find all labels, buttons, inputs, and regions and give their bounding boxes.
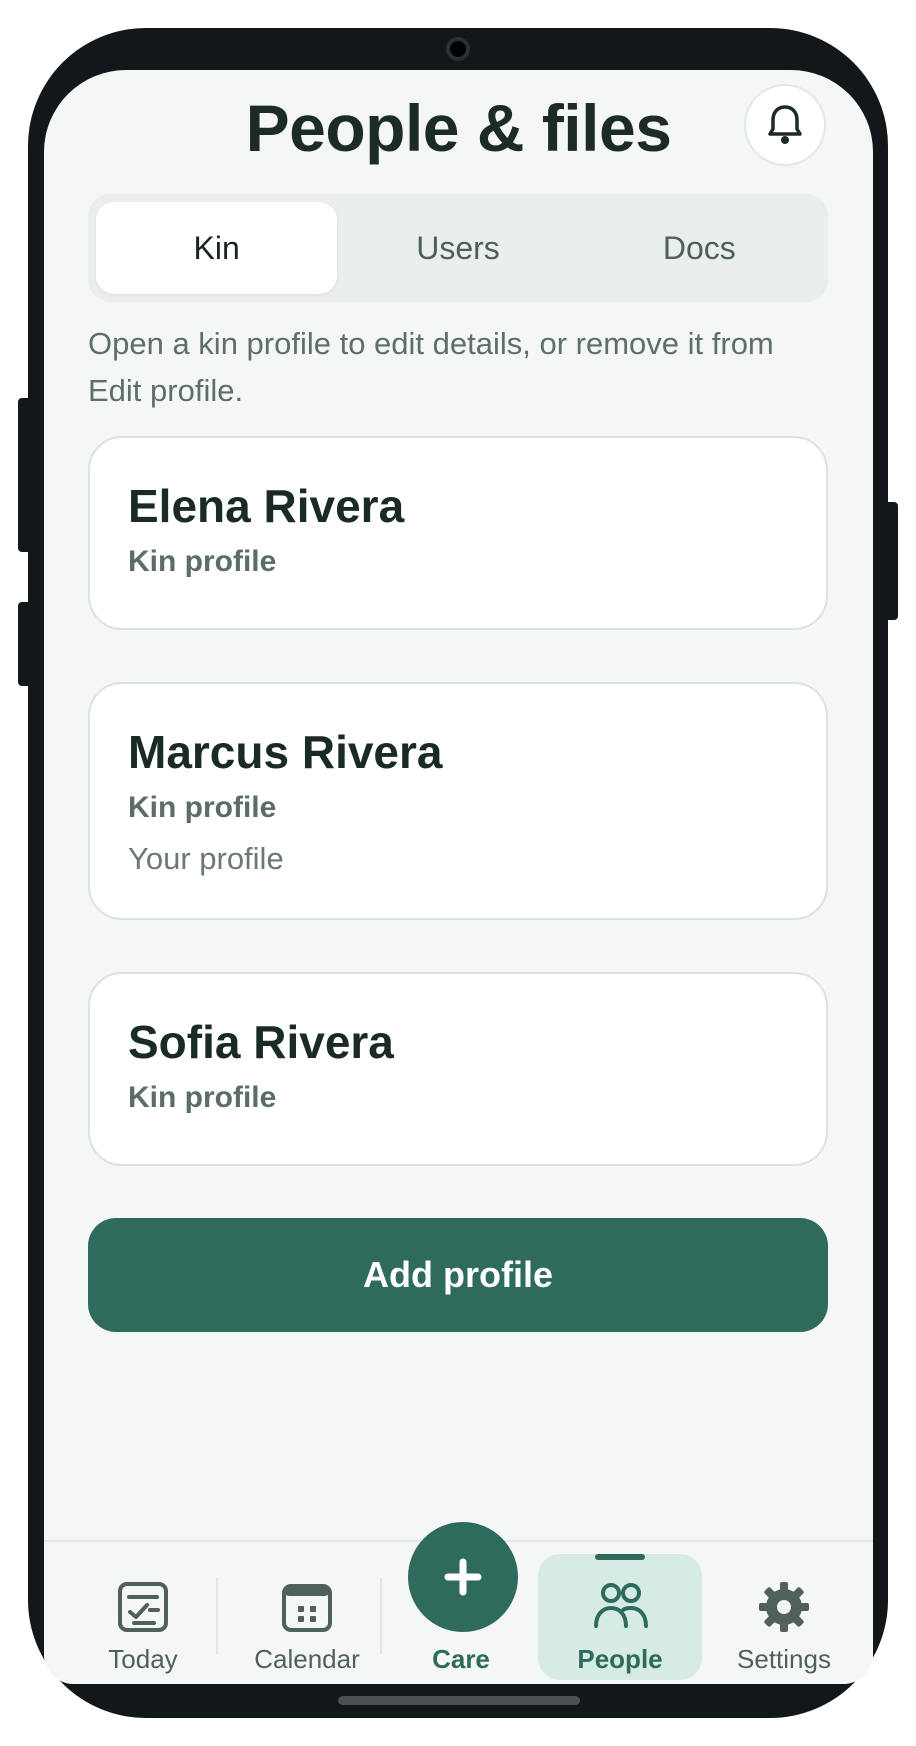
profile-name: Elena Rivera <box>128 480 405 532</box>
nav-settings[interactable]: Settings <box>716 1542 852 1684</box>
volume-down-button <box>18 602 32 686</box>
segmented-tabs: Kin Users Docs <box>88 194 828 302</box>
nav-label-settings: Settings <box>737 1644 831 1674</box>
bottom-nav: Today Calendar Care People Settings <box>44 1522 873 1684</box>
nav-label-care: Care <box>432 1644 490 1674</box>
active-nav-indicator <box>595 1554 645 1560</box>
home-indicator[interactable] <box>338 1696 580 1705</box>
checklist-icon <box>118 1582 168 1632</box>
profile-type: Kin profile <box>128 545 277 578</box>
calendar-icon <box>282 1584 332 1632</box>
tab-users[interactable]: Users <box>337 202 578 294</box>
nav-today[interactable]: Today <box>80 1542 206 1684</box>
tab-docs[interactable]: Docs <box>579 202 820 294</box>
nav-calendar[interactable]: Calendar <box>244 1542 370 1684</box>
profile-name: Sofia Rivera <box>128 1016 394 1068</box>
profile-card-sofia[interactable]: Sofia Rivera Kin profile <box>88 972 828 1166</box>
nav-label-today: Today <box>108 1644 178 1674</box>
power-button <box>884 502 898 620</box>
bell-icon <box>768 105 802 144</box>
care-fab-button[interactable] <box>408 1522 518 1632</box>
nav-care[interactable]: Care <box>398 1522 524 1684</box>
people-icon <box>594 1583 648 1628</box>
plus-icon <box>444 1558 482 1596</box>
front-camera <box>446 37 470 61</box>
nav-label-people: People <box>577 1644 663 1674</box>
profile-note: Your profile <box>128 841 284 876</box>
profile-type: Kin profile <box>128 791 277 824</box>
notifications-button[interactable] <box>744 84 826 166</box>
profile-name: Marcus Rivera <box>128 726 443 778</box>
profile-card-elena[interactable]: Elena Rivera Kin profile <box>88 436 828 630</box>
nav-label-calendar: Calendar <box>254 1644 360 1674</box>
add-profile-button[interactable]: Add profile <box>88 1218 828 1332</box>
nav-divider <box>380 1578 382 1654</box>
app-screen: People & files Kin Users Docs Open a kin… <box>44 70 873 1684</box>
volume-up-button <box>18 398 32 552</box>
profile-type: Kin profile <box>128 1081 277 1114</box>
profile-card-marcus[interactable]: Marcus Rivera Kin profile Your profile <box>88 682 828 920</box>
hint-text: Open a kin profile to edit details, or r… <box>88 326 774 408</box>
tab-kin[interactable]: Kin <box>96 202 338 294</box>
gear-icon <box>759 1582 809 1632</box>
nav-people[interactable]: People <box>538 1542 702 1684</box>
nav-divider <box>216 1578 218 1654</box>
